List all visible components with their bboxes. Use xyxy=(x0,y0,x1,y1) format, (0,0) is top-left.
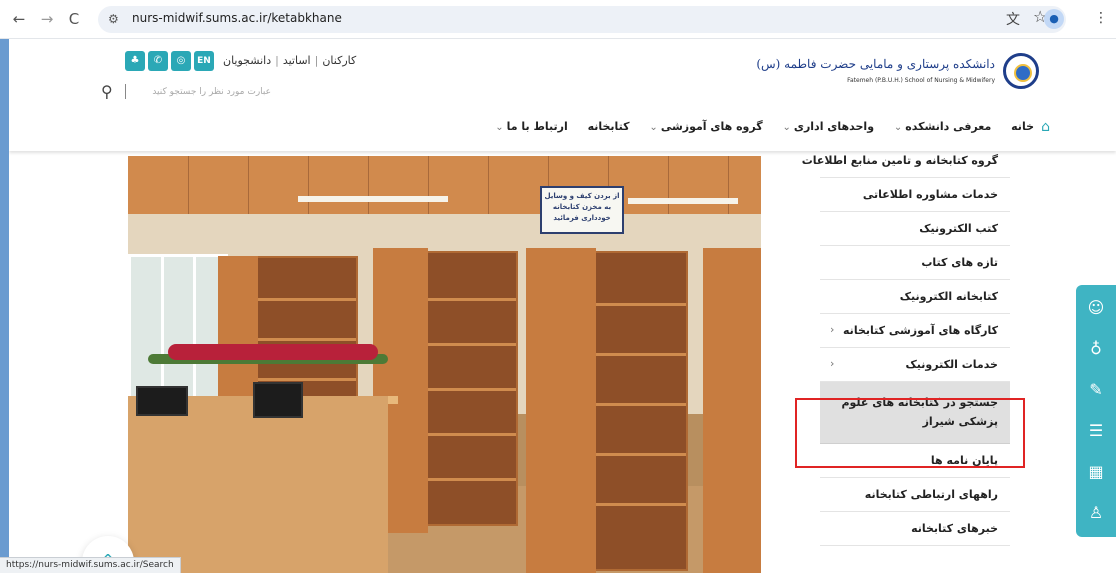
people-icon[interactable]: ☺ xyxy=(1076,291,1116,325)
forward-icon[interactable]: → xyxy=(38,10,56,28)
photo-window xyxy=(128,254,228,407)
sidebar-item-label: کتابخانه الکترونیک xyxy=(899,290,998,303)
back-icon[interactable]: ← xyxy=(10,10,28,28)
address-url[interactable]: nurs-midwif.sums.ac.ir/ketabkhane xyxy=(132,11,342,25)
sidebar-item-new-books[interactable]: تازه های کتاب xyxy=(820,246,1010,280)
certificate-icon[interactable]: ✎ xyxy=(1076,373,1116,407)
nav-item-label: ارتباط با ما xyxy=(506,120,568,133)
sidebar-item-label: خدمات مشاوره اطلاعاتی xyxy=(862,188,998,201)
nav-item-label: گروه های آموزشی xyxy=(660,120,763,133)
nav-item-library[interactable]: کتابخانه xyxy=(588,120,630,133)
top-link-staff[interactable]: کارکنان xyxy=(322,54,356,67)
divider: | xyxy=(314,54,319,67)
web-page: دانشکده پرستاری و مامایی حضرت فاطمه (س) … xyxy=(9,39,1116,573)
browser-toolbar: ← → C ⚙ nurs-midwif.sums.ac.ir/ketabkhan… xyxy=(0,0,1116,39)
main-navigation: خانه معرفی دانشکده⌄ واحدهای اداری⌄ گروه … xyxy=(479,120,1052,133)
chevron-down-icon: ⌄ xyxy=(893,122,903,133)
sidebar-item-shiraz-library-search[interactable]: جستجو در کتابخانه های علوم پزشکی شیراز xyxy=(820,382,1010,444)
user-icon[interactable]: ♙ xyxy=(1076,496,1116,530)
chevron-down-icon: ⌄ xyxy=(649,122,658,133)
profile-avatar-icon[interactable]: ● xyxy=(1044,9,1064,29)
sidebar-item-digital-library[interactable]: کتابخانه الکترونیک xyxy=(820,280,1010,314)
desk-monitor xyxy=(136,386,188,416)
search-icon[interactable]: ⚲ xyxy=(101,82,113,101)
nav-item-departments[interactable]: گروه های آموزشی⌄ xyxy=(649,120,762,133)
chevron-left-icon: ‹ xyxy=(830,357,835,370)
sidebar-item-label: راههای ارتباطی کتابخانه xyxy=(864,488,998,501)
logo-title-fa: دانشکده پرستاری و مامایی حضرت فاطمه (س) xyxy=(756,57,995,71)
top-link-students[interactable]: دانشجویان xyxy=(223,54,271,67)
site-header: دانشکده پرستاری و مامایی حضرت فاطمه (س) … xyxy=(9,39,1116,151)
browser-menu-icon[interactable]: ⋮ xyxy=(1094,10,1108,26)
divider: | xyxy=(275,54,279,67)
nav-item-label: واحدهای اداری xyxy=(793,120,875,133)
sidebar-item-label: خبرهای کتابخانه xyxy=(911,522,998,535)
floating-shortcut-dock: ☺ ♁ ✎ ☰ ▦ ♙ xyxy=(1076,285,1116,537)
sidebar-item-theses[interactable]: پایان نامه ها xyxy=(820,444,1010,478)
clipboard-icon[interactable]: ☰ xyxy=(1076,414,1116,448)
chevron-down-icon: ⌄ xyxy=(782,122,791,133)
sidebar-item-label: تازه های کتاب xyxy=(921,256,998,269)
sidebar-item-contact-ways[interactable]: راههای ارتباطی کتابخانه xyxy=(820,478,1010,512)
nav-item-home[interactable]: خانه xyxy=(1011,120,1034,133)
address-bar[interactable]: ⚙ nurs-midwif.sums.ac.ir/ketabkhane xyxy=(98,6,1066,33)
library-photo: از بردن کیف و وسایل به مخزن کتابخانه خود… xyxy=(128,156,761,573)
site-info-icon[interactable]: ⚙ xyxy=(108,11,124,27)
search-input[interactable] xyxy=(131,84,271,100)
photo-ceiling xyxy=(128,156,761,214)
translate-icon[interactable]: 文 xyxy=(1006,9,1020,29)
nav-item-admin-units[interactable]: واحدهای اداری⌄ xyxy=(782,120,874,133)
sidebar-item-label: خدمات الکترونیک xyxy=(905,358,998,371)
sidebar-item-label: کتب الکترونیک xyxy=(919,222,998,235)
stethoscope-icon[interactable]: ♁ xyxy=(1076,332,1116,366)
sidebar-item-info-consulting[interactable]: خدمات مشاوره اطلاعاتی xyxy=(820,178,1010,212)
site-search: ⚲ xyxy=(101,82,271,102)
nav-item-label: معرفی دانشکده xyxy=(905,120,992,133)
language-en-button[interactable]: EN xyxy=(194,51,214,71)
chevron-left-icon: ‹ xyxy=(830,323,835,336)
reload-icon[interactable]: C xyxy=(65,10,83,28)
top-link-faculty[interactable]: اساتید xyxy=(283,54,311,67)
desk-monitor xyxy=(253,382,303,418)
nav-item-about[interactable]: معرفی دانشکده⌄ xyxy=(894,120,991,133)
building-icon[interactable]: ▦ xyxy=(1076,455,1116,489)
sidebar-item-label: جستجو در کتابخانه های علوم پزشکی شیراز xyxy=(841,396,998,428)
university-emblem-icon xyxy=(1003,53,1039,89)
desk-flowers xyxy=(168,344,378,360)
phone-icon[interactable]: ✆ xyxy=(148,51,168,71)
chevron-down-icon: ⌄ xyxy=(495,122,504,133)
sidebar-item-workshops[interactable]: کارگاه های آموزشی کتابخانه ‹ xyxy=(820,314,1010,348)
library-sidebar-menu: گروه کتابخانه و تامین منابع اطلاعات خدما… xyxy=(802,151,1010,546)
shelf-end-panel xyxy=(703,248,761,573)
sidebar-item-ebooks[interactable]: کتب الکترونیک xyxy=(820,212,1010,246)
library-notice-sign: از بردن کیف و وسایل به مخزن کتابخانه خود… xyxy=(540,186,624,234)
search-divider xyxy=(125,84,126,99)
status-bar-url: https://nurs-midwif.sums.ac.ir/Search xyxy=(0,557,181,573)
location-icon[interactable]: ◎ xyxy=(171,51,191,71)
sidebar-item-library-group[interactable]: گروه کتابخانه و تامین منابع اطلاعات xyxy=(802,151,1010,178)
shelf-end-panel xyxy=(526,248,596,573)
sitemap-icon[interactable]: ♣ xyxy=(125,51,145,71)
sidebar-item-label: کارگاه های آموزشی کتابخانه xyxy=(843,324,998,337)
sidebar-item-e-services[interactable]: خدمات الکترونیک ‹ xyxy=(820,348,1010,382)
sidebar-item-label: پایان نامه ها xyxy=(930,454,998,467)
nav-item-contact[interactable]: ارتباط با ما⌄ xyxy=(495,120,568,133)
sidebar-item-library-news[interactable]: خبرهای کتابخانه xyxy=(820,512,1010,546)
top-user-links: کارکنان|اساتید|دانشجویان xyxy=(223,54,356,67)
sidebar-item-label: گروه کتابخانه و تامین منابع اطلاعات xyxy=(801,154,998,167)
logo-title-en: Fatemeh (P.B.U.H.) School of Nursing & M… xyxy=(847,77,995,84)
site-logo[interactable]: دانشکده پرستاری و مامایی حضرت فاطمه (س) … xyxy=(756,53,1039,93)
reception-desk xyxy=(128,396,388,573)
